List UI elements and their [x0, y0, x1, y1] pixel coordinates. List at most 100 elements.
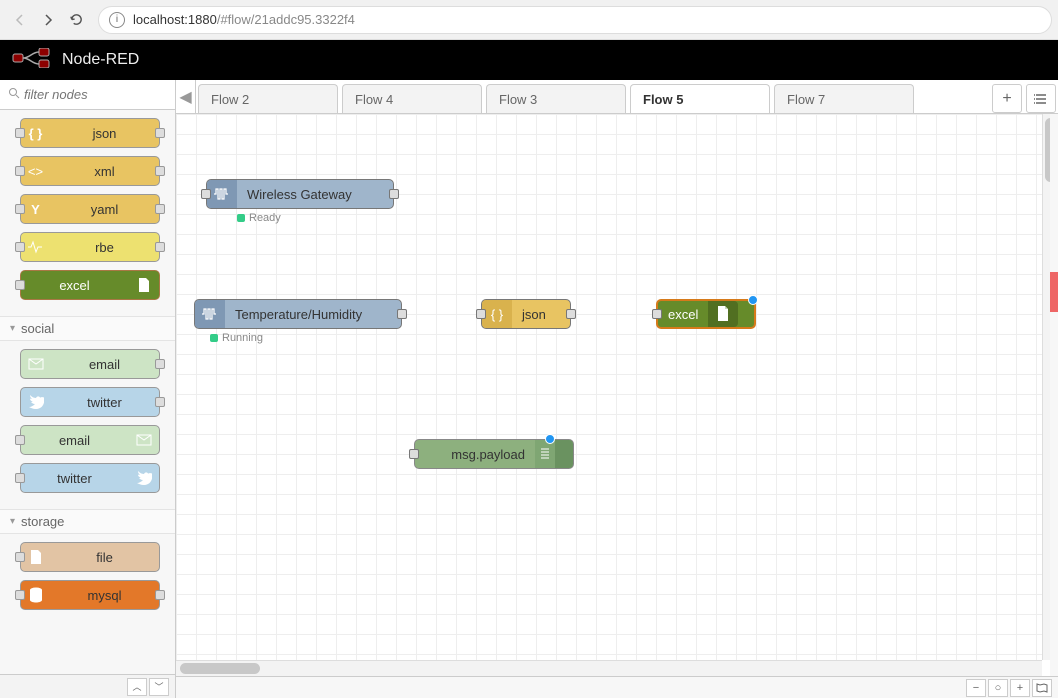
debug-toggle[interactable]: [555, 440, 573, 468]
bird-icon: [21, 388, 51, 416]
port[interactable]: [155, 359, 165, 369]
palette-node-twitter[interactable]: twitter: [20, 463, 160, 493]
node-json[interactable]: { } json: [481, 299, 571, 329]
palette-node-mysql[interactable]: mysql: [20, 580, 160, 610]
chevron-down-icon: ▾: [10, 516, 15, 527]
info-icon: i: [109, 12, 125, 28]
palette-node-twitter[interactable]: twitter: [20, 387, 160, 417]
port[interactable]: [155, 204, 165, 214]
y-icon: Y: [21, 195, 51, 223]
port[interactable]: [15, 552, 25, 562]
palette-node-file[interactable]: file: [20, 542, 160, 572]
deploy-indicator: [1050, 272, 1058, 312]
tab-flow-2[interactable]: Flow 2: [198, 84, 338, 113]
forward-button[interactable]: [34, 6, 62, 34]
search-icon: [8, 87, 20, 102]
tab-flow-4[interactable]: Flow 4: [342, 84, 482, 113]
pulse-icon: [21, 233, 51, 261]
palette-node-email[interactable]: email: [20, 349, 160, 379]
debug-bars-icon: [535, 440, 555, 468]
port[interactable]: [15, 204, 25, 214]
serial-icon: [195, 300, 225, 328]
braces-icon: { }: [21, 119, 51, 147]
tag-icon: <>: [21, 157, 51, 185]
filter-row: [0, 80, 175, 110]
node-changed-dot: [545, 434, 555, 444]
flow-canvas[interactable]: Wireless Gateway Ready Temperature/Humid…: [176, 114, 1042, 660]
url-path: /#flow/21addc95.3322f4: [217, 12, 355, 27]
horizontal-scrollbar[interactable]: [176, 660, 1042, 676]
palette-collapse-button[interactable]: ︿: [127, 678, 147, 696]
node-output-port[interactable]: [389, 189, 399, 199]
port[interactable]: [155, 166, 165, 176]
serial-icon: [207, 180, 237, 208]
browser-toolbar: i localhost:1880 /#flow/21addc95.3322f4: [0, 0, 1058, 40]
address-bar[interactable]: i localhost:1880 /#flow/21addc95.3322f4: [98, 6, 1052, 34]
file-icon: [129, 271, 159, 299]
node-output-port[interactable]: [566, 309, 576, 319]
port[interactable]: [15, 128, 25, 138]
category-storage[interactable]: ▾ storage: [0, 509, 175, 534]
tab-list-button[interactable]: [1026, 84, 1056, 113]
port[interactable]: [15, 590, 25, 600]
port[interactable]: [155, 397, 165, 407]
workspace: ◀ Flow 2Flow 4Flow 3Flow 5Flow 7 +: [176, 80, 1058, 698]
palette-node-excel[interactable]: excel: [20, 270, 160, 300]
mail-icon: [21, 350, 51, 378]
category-social[interactable]: ▾ social: [0, 316, 175, 341]
node-input-port[interactable]: [476, 309, 486, 319]
map-icon: [1036, 683, 1048, 693]
node-excel[interactable]: excel: [656, 299, 756, 329]
tabs-row: ◀ Flow 2Flow 4Flow 3Flow 5Flow 7 +: [176, 80, 1058, 114]
node-red-logo-icon: [12, 48, 52, 73]
reload-button[interactable]: [62, 6, 90, 34]
node-wireless-gateway[interactable]: Wireless Gateway Ready: [206, 179, 394, 209]
port[interactable]: [155, 242, 165, 252]
zoom-in-button[interactable]: +: [1010, 679, 1030, 697]
node-temperature-humidity[interactable]: Temperature/Humidity Running: [194, 299, 402, 329]
back-button[interactable]: [6, 6, 34, 34]
braces-icon: { }: [482, 300, 512, 328]
zoom-out-button[interactable]: −: [966, 679, 986, 697]
navigator-button[interactable]: [1032, 679, 1052, 697]
zoom-reset-button[interactable]: ○: [988, 679, 1008, 697]
palette-node-rbe[interactable]: rbe: [20, 232, 160, 262]
tab-flow-7[interactable]: Flow 7: [774, 84, 914, 113]
app-header: Node-RED: [0, 40, 1058, 80]
node-status: Ready: [237, 212, 281, 224]
node-input-port[interactable]: [652, 309, 662, 319]
app-title: Node-RED: [62, 51, 139, 69]
node-output-port[interactable]: [397, 309, 407, 319]
port[interactable]: [155, 128, 165, 138]
tab-flow-5[interactable]: Flow 5: [630, 84, 770, 113]
node-changed-dot: [748, 295, 758, 305]
port[interactable]: [15, 242, 25, 252]
node-input-port[interactable]: [409, 449, 419, 459]
chevron-down-icon: ▾: [10, 323, 15, 334]
tab-flow-3[interactable]: Flow 3: [486, 84, 626, 113]
palette-node-yaml[interactable]: Yyaml: [20, 194, 160, 224]
sidebar-footer: ︿ ﹀: [0, 674, 175, 698]
port[interactable]: [15, 280, 25, 290]
node-debug[interactable]: msg.payload: [414, 439, 574, 469]
port[interactable]: [15, 166, 25, 176]
add-tab-button[interactable]: +: [992, 84, 1022, 113]
palette-node-xml[interactable]: <>xml: [20, 156, 160, 186]
file-icon: [708, 301, 738, 327]
list-icon: [1034, 93, 1048, 105]
file-icon: [21, 543, 51, 571]
tabs-scroll-left[interactable]: ◀: [176, 80, 196, 113]
port[interactable]: [15, 473, 25, 483]
palette-node-json[interactable]: { }json: [20, 118, 160, 148]
mail-icon: [129, 426, 159, 454]
port[interactable]: [15, 435, 25, 445]
node-input-port[interactable]: [201, 189, 211, 199]
workspace-footer: − ○ +: [176, 676, 1058, 698]
db-icon: [21, 581, 51, 609]
url-host: localhost:1880: [133, 12, 217, 27]
palette-node-email[interactable]: email: [20, 425, 160, 455]
bird-icon: [129, 464, 159, 492]
port[interactable]: [155, 590, 165, 600]
palette-expand-button[interactable]: ﹀: [149, 678, 169, 696]
palette-sidebar: { }json <>xml Yyaml rbe excel ▾ social email…: [0, 80, 176, 698]
